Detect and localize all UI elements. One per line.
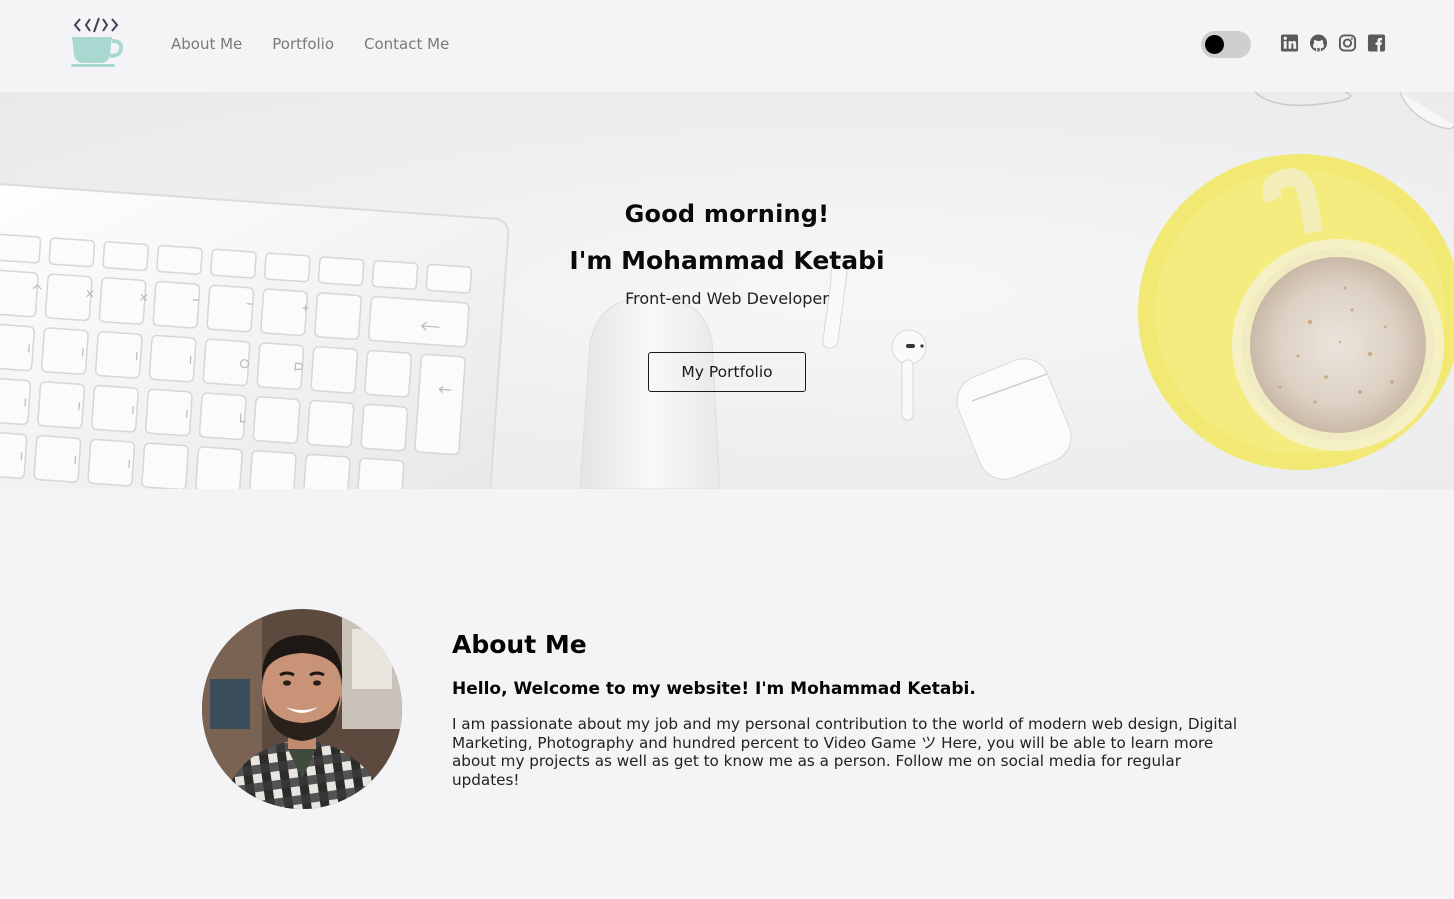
hero-name: I'm Mohammad Ketabi	[569, 246, 885, 275]
mouse-image	[579, 296, 721, 489]
github-icon[interactable]	[1309, 33, 1328, 53]
hero-role: Front-end Web Developer	[625, 289, 829, 308]
social-links	[1280, 33, 1386, 53]
linkedin-icon[interactable]	[1280, 33, 1299, 53]
about-text-block: About Me Hello, Welcome to my website! I…	[452, 630, 1252, 789]
theme-toggle-knob	[1205, 35, 1224, 54]
navbar: About Me Portfolio Contact Me	[0, 0, 1454, 92]
about-section: About Me Hello, Welcome to my website! I…	[0, 489, 1454, 899]
avatar	[202, 609, 402, 809]
main-nav: About Me Portfolio Contact Me	[171, 35, 449, 53]
nav-link-portfolio[interactable]: Portfolio	[272, 35, 334, 53]
coffee-code-cup-icon[interactable]	[70, 15, 124, 71]
about-title: About Me	[452, 630, 587, 659]
about-body: I am passionate about my job and my pers…	[452, 715, 1238, 789]
my-portfolio-button[interactable]: My Portfolio	[648, 352, 806, 392]
nav-link-contact-me[interactable]: Contact Me	[364, 35, 449, 53]
keyboard-image	[0, 182, 510, 489]
hero-text-block: Good morning! I'm Mohammad Ketabi Front-…	[477, 200, 977, 308]
theme-toggle[interactable]	[1201, 31, 1251, 58]
facebook-icon[interactable]	[1367, 33, 1386, 53]
coffee-cup-image	[1138, 154, 1454, 470]
profile-photo	[202, 609, 402, 809]
instagram-icon[interactable]	[1338, 33, 1357, 53]
nav-link-about-me[interactable]: About Me	[171, 35, 242, 53]
hero-section: Good morning! I'm Mohammad Ketabi Front-…	[0, 92, 1454, 489]
hero-greeting: Good morning!	[624, 200, 830, 228]
about-subtitle: Hello, Welcome to my website! I'm Mohamm…	[452, 679, 976, 699]
